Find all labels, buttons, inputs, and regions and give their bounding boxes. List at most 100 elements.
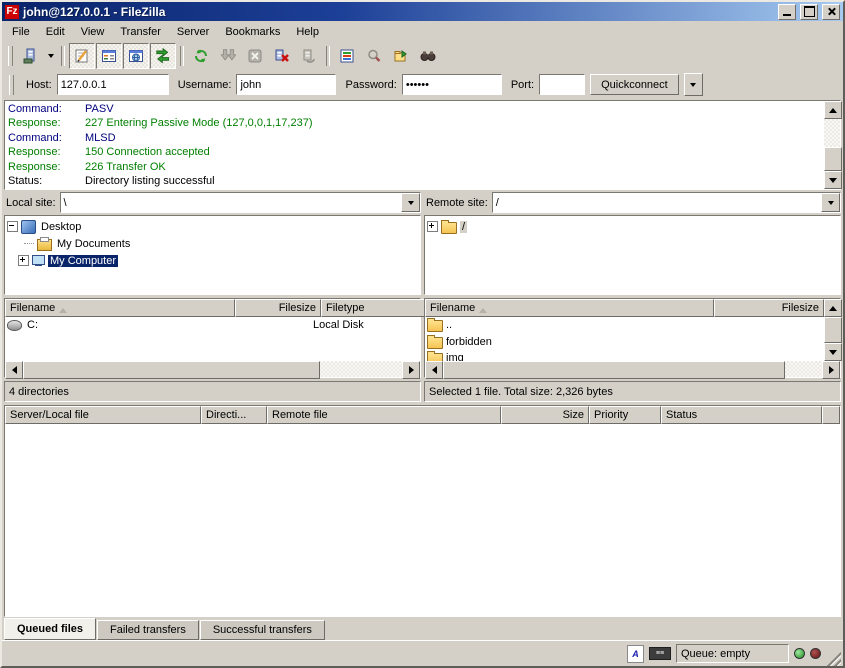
column-header-direction[interactable]: Directi... xyxy=(201,406,267,424)
scroll-up-button[interactable] xyxy=(824,101,842,119)
column-header-server-local-file[interactable]: Server/Local file xyxy=(5,406,201,424)
tree-item-root[interactable]: / xyxy=(427,218,840,235)
remote-vertical-scrollbar[interactable] xyxy=(824,299,840,361)
local-list-header: Filename Filesize Filetype L xyxy=(5,299,420,317)
menu-server[interactable]: Server xyxy=(169,24,217,40)
local-site-combo[interactable]: \ xyxy=(60,192,421,213)
app-icon: Fz xyxy=(5,5,19,19)
tree-item-my-computer[interactable]: My Computer xyxy=(7,252,420,269)
column-header-priority[interactable]: Priority xyxy=(589,406,661,424)
log-line-text: Directory listing successful xyxy=(85,174,215,188)
tree-item-my-documents[interactable]: My Documents xyxy=(7,235,420,252)
tab-queued-files[interactable]: Queued files xyxy=(4,618,96,640)
column-header-filetype[interactable]: Filetype xyxy=(321,299,435,317)
process-queue-icon xyxy=(220,48,236,64)
transfer-queue-icon xyxy=(155,48,171,64)
minimize-icon xyxy=(783,14,791,16)
scroll-down-button[interactable] xyxy=(824,343,842,361)
tree-item-desktop[interactable]: Desktop xyxy=(7,218,420,235)
column-header-filesize[interactable]: Filesize xyxy=(235,299,321,317)
filter-listing-button[interactable] xyxy=(334,43,360,69)
cancel-button[interactable] xyxy=(242,43,268,69)
scroll-left-button[interactable] xyxy=(5,361,23,379)
file-row[interactable]: .. xyxy=(425,317,824,334)
queue-tabs: Queued files Failed transfers Successful… xyxy=(2,617,843,640)
quickconnect-button[interactable]: Quickconnect xyxy=(590,74,679,95)
expand-icon[interactable] xyxy=(18,255,29,266)
scrollbar-thumb[interactable] xyxy=(824,317,842,343)
column-header-size[interactable]: Size xyxy=(501,406,589,424)
column-header-remote-file[interactable]: Remote file xyxy=(267,406,501,424)
tree-item-label[interactable]: / xyxy=(460,221,467,233)
find-files-button[interactable] xyxy=(415,43,441,69)
speed-limits-icon[interactable]: ≡≡ xyxy=(649,647,671,660)
quickconnect-dropdown[interactable] xyxy=(684,73,703,96)
maximize-button[interactable] xyxy=(800,4,818,20)
tree-item-label[interactable]: My Documents xyxy=(55,238,132,250)
maximize-icon xyxy=(804,6,815,17)
password-input[interactable] xyxy=(402,74,502,95)
remote-horizontal-scrollbar[interactable] xyxy=(425,361,840,377)
refresh-button[interactable] xyxy=(188,43,214,69)
process-queue-button[interactable] xyxy=(215,43,241,69)
scrollbar-thumb[interactable] xyxy=(23,361,320,379)
tab-failed-transfers[interactable]: Failed transfers xyxy=(97,620,199,640)
scroll-right-button[interactable] xyxy=(822,361,840,379)
sort-ascending-icon xyxy=(59,304,67,313)
column-header-status[interactable]: Status xyxy=(661,406,822,424)
filezilla-window: Fz john@127.0.0.1 - FileZilla File Edit … xyxy=(0,0,845,668)
close-button[interactable] xyxy=(822,4,840,20)
toggle-remote-tree-button[interactable] xyxy=(123,43,149,69)
column-header-filesize[interactable]: Filesize xyxy=(714,299,824,317)
remote-site-combo[interactable]: / xyxy=(492,192,841,213)
folder-icon xyxy=(427,337,443,349)
local-site-dropdown[interactable] xyxy=(401,193,420,212)
scroll-right-button[interactable] xyxy=(402,361,420,379)
menu-edit[interactable]: Edit xyxy=(38,24,73,40)
directory-comparison-icon xyxy=(366,48,382,64)
scroll-down-button[interactable] xyxy=(824,171,842,189)
menu-help[interactable]: Help xyxy=(288,24,327,40)
port-input[interactable] xyxy=(539,74,585,95)
tree-item-label[interactable]: Desktop xyxy=(39,221,83,233)
host-input[interactable] xyxy=(57,74,169,95)
local-horizontal-scrollbar[interactable] xyxy=(5,361,420,377)
disconnect-button[interactable] xyxy=(269,43,295,69)
expand-icon[interactable] xyxy=(427,221,438,232)
scroll-left-button[interactable] xyxy=(425,361,443,379)
menu-transfer[interactable]: Transfer xyxy=(112,24,169,40)
menu-file[interactable]: File xyxy=(4,24,38,40)
data-type-ascii-icon[interactable]: A xyxy=(627,645,644,663)
synchronized-browsing-button[interactable] xyxy=(388,43,414,69)
main-split: Local site: \ Desktop My Documents xyxy=(2,192,843,402)
tree-item-label[interactable]: My Computer xyxy=(48,255,118,267)
remote-site-dropdown[interactable] xyxy=(821,193,840,212)
toggle-local-tree-button[interactable] xyxy=(96,43,122,69)
log-line-label: Response: xyxy=(8,116,85,130)
site-manager-button[interactable] xyxy=(17,43,43,69)
resize-grip[interactable] xyxy=(826,651,841,666)
title-bar[interactable]: Fz john@127.0.0.1 - FileZilla xyxy=(2,2,843,21)
reconnect-button[interactable] xyxy=(296,43,322,69)
status-bar: A ≡≡ Queue: empty xyxy=(2,640,843,666)
column-header-filename[interactable]: Filename xyxy=(425,299,714,317)
tab-successful-transfers[interactable]: Successful transfers xyxy=(200,620,325,640)
scrollbar-thumb[interactable] xyxy=(824,147,842,171)
scrollbar-thumb[interactable] xyxy=(443,361,785,379)
column-header-filename[interactable]: Filename xyxy=(5,299,235,317)
file-row[interactable]: img xyxy=(425,350,824,361)
menu-bookmarks[interactable]: Bookmarks xyxy=(217,24,288,40)
toggle-message-log-button[interactable] xyxy=(69,43,95,69)
scroll-up-button[interactable] xyxy=(824,299,842,317)
file-row[interactable]: forbidden xyxy=(425,334,824,351)
username-input[interactable] xyxy=(236,74,336,95)
file-row-c-drive[interactable]: C: Local Disk xyxy=(5,317,420,334)
directory-comparison-button[interactable] xyxy=(361,43,387,69)
minimize-button[interactable] xyxy=(778,4,796,20)
menu-view[interactable]: View xyxy=(73,24,113,40)
site-manager-dropdown[interactable] xyxy=(44,44,57,68)
local-site-value: \ xyxy=(61,197,401,209)
log-vertical-scrollbar[interactable] xyxy=(824,101,840,189)
collapse-icon[interactable] xyxy=(7,221,18,232)
toggle-transfer-queue-button[interactable] xyxy=(150,43,176,69)
